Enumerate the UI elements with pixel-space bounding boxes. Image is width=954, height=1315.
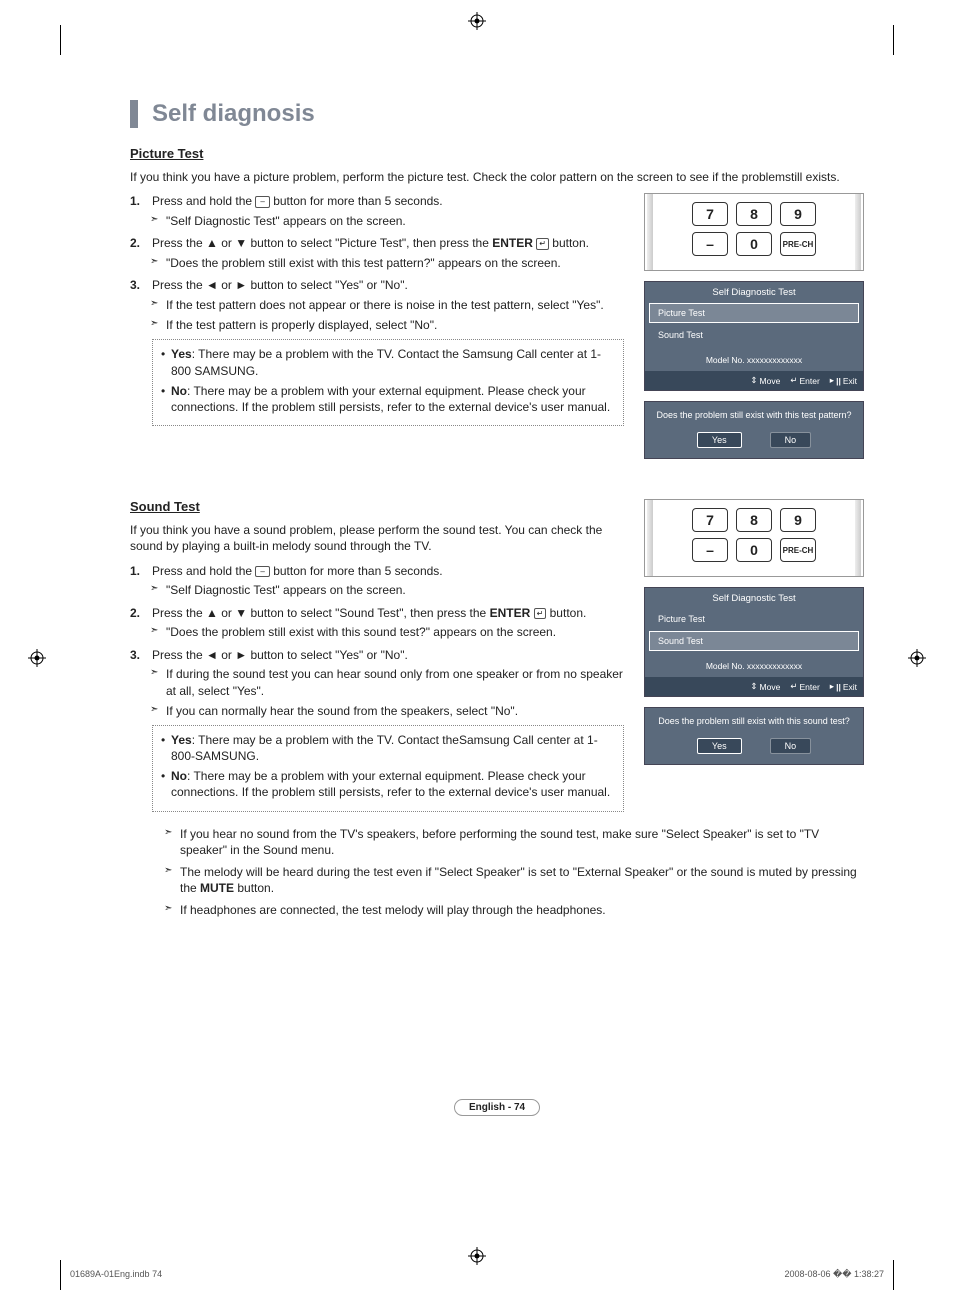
- file-name: 01689A-01Eng.indb 74: [70, 1269, 162, 1280]
- remote-9: 9: [780, 508, 816, 532]
- remote-prech: PRE-CH: [780, 232, 816, 256]
- page-number: English - 74: [454, 1099, 540, 1116]
- sound-yes-no-box: Yes: There may be a problem with the TV.…: [152, 725, 624, 812]
- dialog-yes: Yes: [697, 738, 742, 754]
- remote-minus: –: [692, 232, 728, 256]
- nav-exit: ▸|| Exit: [830, 375, 857, 386]
- enter-label: ENTER: [490, 606, 531, 620]
- remote-prech: PRE-CH: [780, 538, 816, 562]
- registration-mark-icon: [468, 12, 486, 30]
- osd-model: Model No. xxxxxxxxxxxxx: [645, 347, 863, 371]
- sound-step1-sub: "Self Diagnostic Test" appears on the sc…: [152, 582, 624, 598]
- sound-step-2: 2. Press the ▲ or ▼ button to select "So…: [130, 605, 624, 641]
- registration-mark-icon: [908, 649, 926, 667]
- minus-button-icon: –: [255, 196, 269, 208]
- dialog-no: No: [770, 738, 812, 754]
- sound-test-section: Sound Test If you think you have a sound…: [130, 499, 864, 918]
- sound-step-3: 3. Press the ◄ or ► button to select "Ye…: [130, 647, 624, 812]
- remote-keypad-2: 7 8 9 – 0 PRE-CH: [644, 499, 864, 577]
- remote-8: 8: [736, 508, 772, 532]
- picture-test-section: Picture Test If you think you have a pic…: [130, 146, 864, 459]
- no-bullet: No: There may be a problem with your ext…: [161, 383, 615, 415]
- enter-icon: ↵: [536, 238, 549, 250]
- osd-nav: ⇕ Move ↵ Enter ▸|| Exit: [645, 677, 863, 696]
- osd-model: Model No. xxxxxxxxxxxxx: [645, 653, 863, 677]
- osd-menu-picture: Self Diagnostic Test Picture Test Sound …: [644, 281, 864, 391]
- step3-sub2: If the test pattern is properly displaye…: [152, 317, 624, 333]
- dialog-question: Does the problem still exist with this t…: [651, 410, 857, 420]
- yes-bullet: Yes: There may be a problem with the TV.…: [161, 346, 615, 378]
- step-2: 2. Press the ▲ or ▼ button to select "Pi…: [130, 235, 624, 271]
- step2-sub: "Does the problem still exist with this …: [152, 255, 624, 271]
- nav-enter: ↵ Enter: [790, 375, 819, 386]
- step1-text: Press and hold the: [152, 194, 255, 208]
- osd-sound-test: Sound Test: [649, 325, 859, 345]
- remote-0: 0: [736, 232, 772, 256]
- picture-test-heading: Picture Test: [130, 146, 864, 161]
- sound-step3-sub2: If you can normally hear the sound from …: [152, 703, 624, 719]
- remote-minus: –: [692, 538, 728, 562]
- nav-move: ⇕ Move: [750, 375, 780, 386]
- nav-move: ⇕ Move: [750, 681, 780, 692]
- enter-label: ENTER: [492, 236, 533, 250]
- sound-step3-sub1: If during the sound test you can hear so…: [152, 666, 624, 698]
- dialog-question: Does the problem still exist with this s…: [651, 716, 857, 726]
- osd-title: Self Diagnostic Test: [645, 588, 863, 609]
- dialog-yes: Yes: [697, 432, 742, 448]
- sound-step-1: 1. Press and hold the – button for more …: [130, 563, 624, 599]
- yes-no-box: Yes: There may be a problem with the TV.…: [152, 339, 624, 426]
- step1-sub: "Self Diagnostic Test" appears on the sc…: [152, 213, 624, 229]
- minus-button-icon: –: [255, 566, 269, 578]
- registration-mark-icon: [468, 1247, 486, 1265]
- sound-note3: If headphones are connected, the test me…: [166, 902, 864, 918]
- osd-picture-test: Picture Test: [649, 609, 859, 629]
- remote-9: 9: [780, 202, 816, 226]
- osd-picture-test: Picture Test: [649, 303, 859, 323]
- nav-exit: ▸|| Exit: [830, 681, 857, 692]
- step-1: 1. Press and hold the – button for more …: [130, 193, 624, 229]
- registration-mark-icon: [28, 649, 46, 667]
- sound-test-heading: Sound Test: [130, 499, 624, 514]
- sound-yes-bullet: Yes: There may be a problem with the TV.…: [161, 732, 615, 764]
- sound-no-bullet: No: There may be a problem with your ext…: [161, 768, 615, 800]
- print-timestamp: 2008-08-06 �� 1:38:27: [784, 1269, 884, 1280]
- remote-0: 0: [736, 538, 772, 562]
- dialog-picture: Does the problem still exist with this t…: [644, 401, 864, 459]
- sound-step2-sub: "Does the problem still exist with this …: [152, 624, 624, 640]
- page-title: Self diagnosis: [130, 100, 864, 128]
- dialog-no: No: [770, 432, 812, 448]
- sound-note1: If you hear no sound from the TV's speak…: [166, 826, 864, 858]
- dialog-sound: Does the problem still exist with this s…: [644, 707, 864, 765]
- page-footer: English - 74: [130, 1099, 864, 1116]
- osd-nav: ⇕ Move ↵ Enter ▸|| Exit: [645, 371, 863, 390]
- step3-sub1: If the test pattern does not appear or t…: [152, 297, 624, 313]
- print-meta: 01689A-01Eng.indb 74 2008-08-06 �� 1:38:…: [70, 1269, 884, 1280]
- osd-sound-test: Sound Test: [649, 631, 859, 651]
- enter-icon: ↵: [534, 608, 547, 620]
- remote-7: 7: [692, 508, 728, 532]
- osd-menu-sound: Self Diagnostic Test Picture Test Sound …: [644, 587, 864, 697]
- sound-note2: The melody will be heard during the test…: [166, 864, 864, 896]
- step-3: 3. Press the ◄ or ► button to select "Ye…: [130, 277, 624, 426]
- picture-intro: If you think you have a picture problem,…: [130, 169, 864, 185]
- osd-title: Self Diagnostic Test: [645, 282, 863, 303]
- remote-7: 7: [692, 202, 728, 226]
- nav-enter: ↵ Enter: [790, 681, 819, 692]
- sound-intro: If you think you have a sound problem, p…: [130, 522, 624, 554]
- remote-8: 8: [736, 202, 772, 226]
- remote-keypad: 7 8 9 – 0 PRE-CH: [644, 193, 864, 271]
